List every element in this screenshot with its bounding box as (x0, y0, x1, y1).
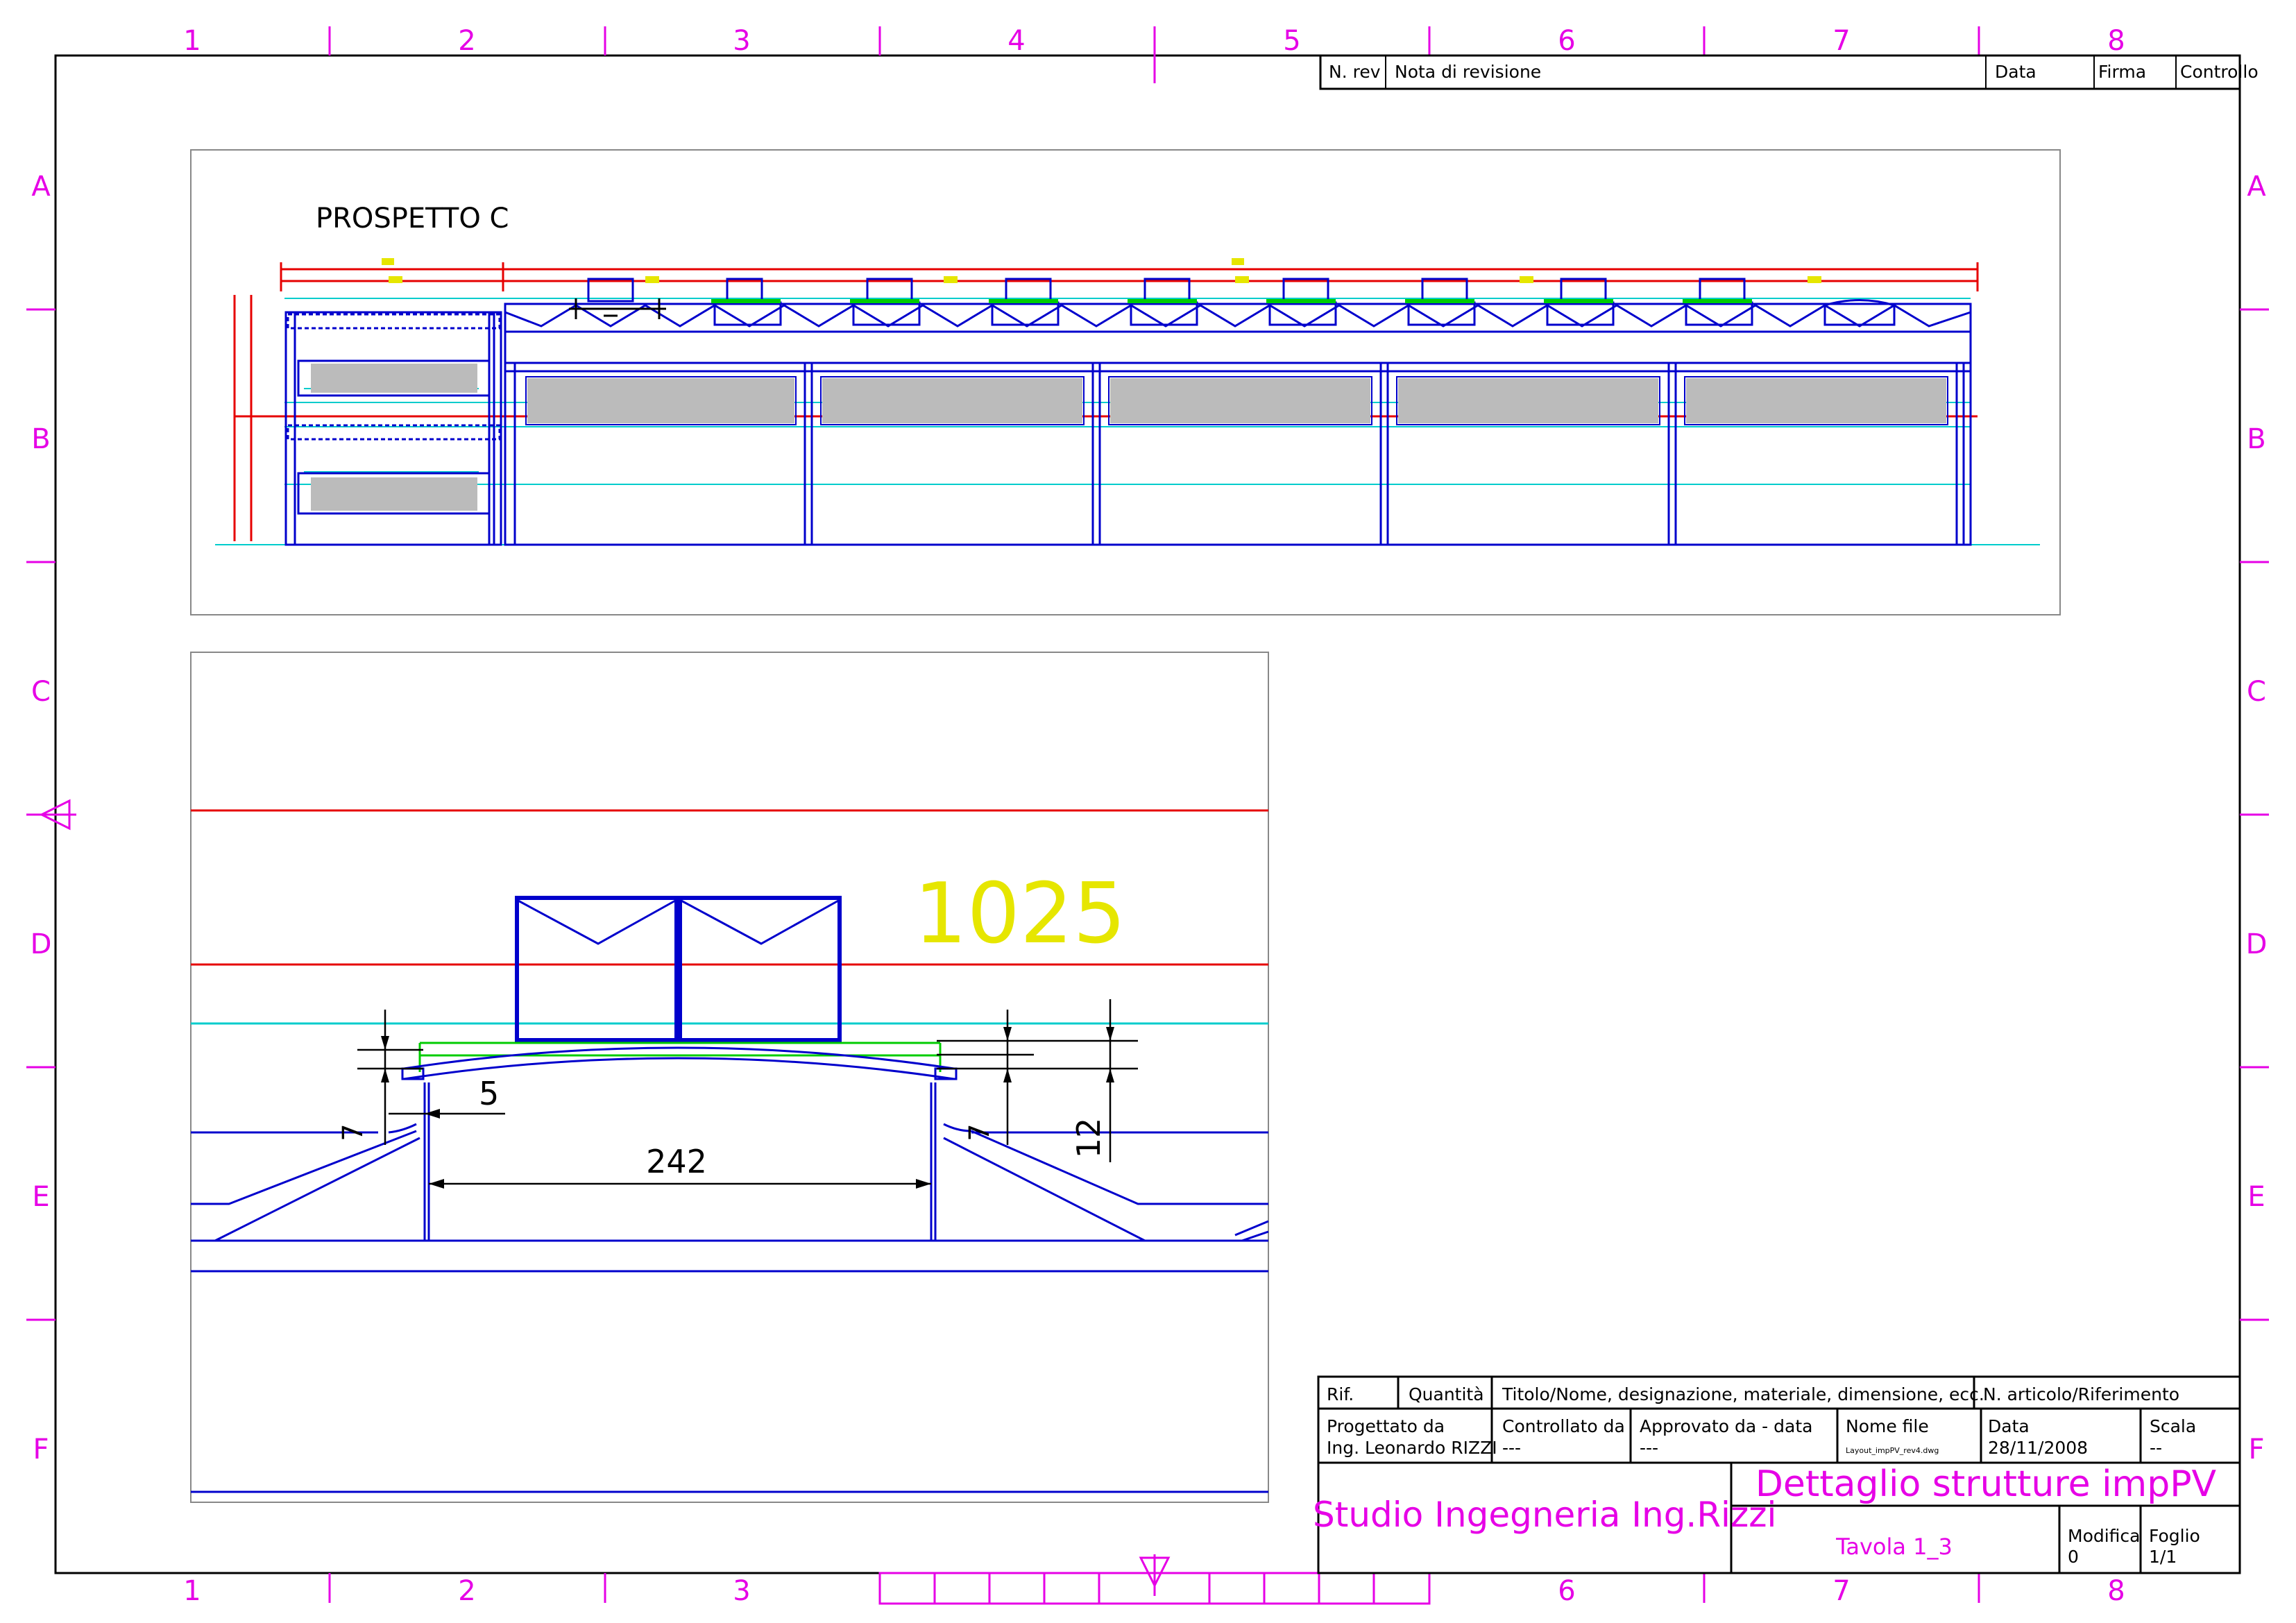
dim-left-small: 7 (337, 1123, 369, 1141)
tb-approved: --- (1640, 1438, 1658, 1458)
row-label: B (31, 423, 50, 455)
title-block: Rif. Quantità Titolo/Nome, designazione,… (1313, 1375, 2241, 1574)
row-labels-right: A B C D E F (2246, 171, 2268, 1465)
tb-foglio-label: Foglio (2149, 1526, 2200, 1546)
tb-filename-label: Nome file (1846, 1416, 1929, 1436)
dim-right-small: 7 (964, 1123, 996, 1141)
col-label: 1 (183, 1575, 201, 1607)
col-label: 1 (183, 25, 201, 57)
col-label: 6 (1558, 25, 1575, 57)
tb-checked: --- (1502, 1438, 1521, 1458)
elevation-title: PROSPETTO C (316, 203, 509, 235)
tb-studio: Studio Ingegneria Ing.Rizzi (1313, 1495, 1776, 1535)
grid-ticks (26, 26, 2269, 1605)
col-label: 3 (733, 25, 750, 57)
elevation-view: PROSPETTO C (190, 149, 2061, 615)
tb-date: 28/11/2008 (1988, 1438, 2088, 1458)
dim-gap: 5 (479, 1075, 499, 1112)
row-label: D (31, 928, 52, 960)
tb-foglio: 1/1 (2149, 1547, 2177, 1567)
detail-dimensions (357, 999, 1138, 1185)
tb-articolo: N. articolo/Riferimento (1983, 1384, 2179, 1404)
sheet-border (54, 54, 2241, 1574)
tb-designed-label: Progettato da (1327, 1416, 1445, 1436)
col-label: 5 (1283, 25, 1300, 57)
row-label: C (31, 676, 51, 708)
hatched-panel (311, 477, 477, 511)
col-label: 2 (458, 1575, 475, 1607)
detail-dim-labels: 242 5 12 7 7 (337, 1075, 1107, 1180)
tb-scale: -- (2150, 1438, 2162, 1458)
rev-header-date: Data (1995, 62, 2036, 82)
tb-designed: Ing. Leonardo RIZZI (1327, 1438, 1497, 1458)
col-label: 4 (1007, 25, 1025, 57)
row-label: A (2247, 171, 2266, 203)
tb-quantita: Quantità (1409, 1384, 1484, 1404)
tb-modifica: 0 (2068, 1547, 2079, 1567)
row-label: F (33, 1434, 49, 1465)
tb-scale-label: Scala (2150, 1416, 2196, 1436)
rev-header-note: Nota di revisione (1395, 62, 1541, 82)
drawing-sheet: 1 2 3 4 5 6 7 8 1 2 3 6 7 8 A B C D E F … (26, 25, 2269, 1607)
detail-panel-boxes (515, 896, 842, 1042)
dim-height: 12 (1070, 1118, 1107, 1159)
revision-table: N. rev Nota di revisione Data Firma Cont… (1319, 54, 2259, 90)
detail-label-1025: 1025 (914, 866, 1125, 962)
rev-header-check: Controllo (2180, 62, 2259, 82)
row-label: E (32, 1181, 49, 1213)
tb-titolo: Titolo/Nome, designazione, materiale, di… (1502, 1384, 1984, 1404)
tb-rif: Rif. (1327, 1384, 1354, 1404)
row-label: E (2247, 1181, 2265, 1213)
dim-width: 242 (646, 1143, 707, 1180)
rev-header-sign: Firma (2098, 62, 2146, 82)
col-label: 8 (2107, 25, 2125, 57)
elevation-hatched-panels (527, 378, 1946, 423)
col-label: 8 (2107, 1575, 2125, 1607)
hatched-panel (311, 364, 477, 393)
row-label: A (31, 171, 51, 203)
col-label: 6 (1558, 1575, 1575, 1607)
tb-filename: Layout_impPV_rev4.dwg (1846, 1446, 1939, 1455)
row-label: F (2248, 1434, 2264, 1465)
row-label: C (2247, 676, 2266, 708)
col-label: 7 (1832, 25, 1850, 57)
tb-sheet: Tavola 1_3 (1835, 1533, 1953, 1560)
tb-checked-label: Controllato da (1502, 1416, 1625, 1436)
row-label: B (2247, 423, 2265, 455)
tb-title: Dettaglio strutture impPV (1755, 1463, 2217, 1505)
col-label: 3 (733, 1575, 750, 1607)
col-label: 7 (1832, 1575, 1850, 1607)
tb-date-label: Data (1988, 1416, 2030, 1436)
detail-view: 1025 242 5 12 7 7 (190, 652, 1269, 1503)
tb-modifica-label: Modifica (2068, 1526, 2141, 1546)
tb-approved-label: Approvato da - data (1640, 1416, 1812, 1436)
col-label: 2 (458, 25, 475, 57)
rev-header-num: N. rev (1329, 62, 1381, 82)
detail-structure (191, 1046, 1269, 1493)
row-label: D (2246, 928, 2268, 960)
